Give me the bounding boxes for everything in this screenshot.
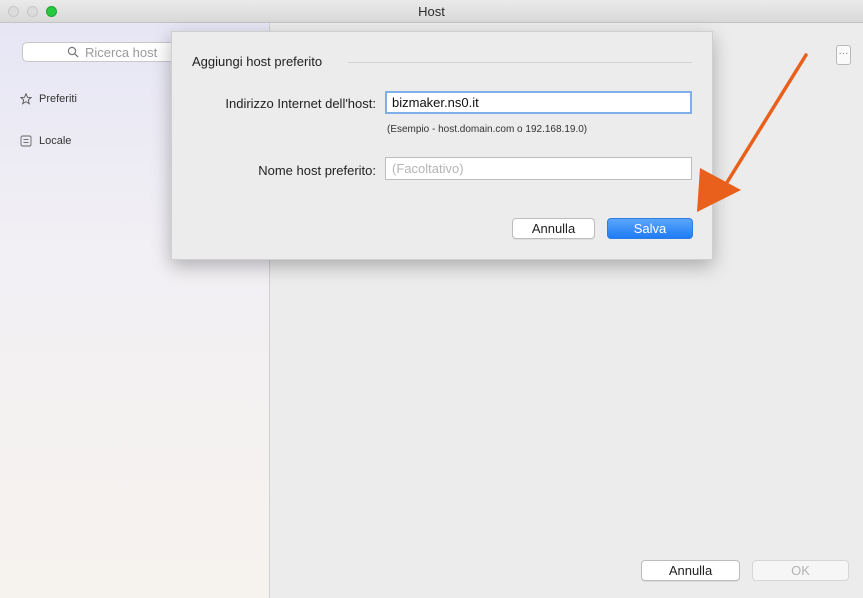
dialog-cancel-button[interactable]: Annulla [512, 218, 595, 239]
host-address-value: bizmaker.ns0.it [392, 95, 479, 110]
window-title: Host [418, 4, 445, 19]
host-name-label: Nome host preferito: [258, 163, 376, 178]
cancel-button[interactable]: Annulla [641, 560, 740, 581]
sidebar-item-locale[interactable]: Locale [20, 132, 71, 150]
more-options-button[interactable]: ··· [836, 45, 851, 65]
host-address-label: Indirizzo Internet dell'host: [225, 96, 376, 111]
host-name-field[interactable]: (Facoltativo) [385, 157, 692, 180]
title-bar: Host [0, 0, 863, 23]
divider [348, 62, 692, 63]
add-favorite-host-dialog: Aggiungi host preferito Indirizzo Intern… [171, 31, 713, 260]
ellipsis-icon: ··· [838, 48, 849, 59]
host-name-placeholder: (Facoltativo) [392, 161, 464, 176]
sidebar-item-label: Preferiti [39, 93, 77, 105]
host-window: Host Ricerca host Preferiti Locale ··· A… [0, 0, 863, 598]
search-icon [67, 46, 79, 58]
sidebar-item-label: Locale [39, 135, 72, 147]
host-address-field[interactable]: bizmaker.ns0.it [385, 91, 692, 114]
ok-button[interactable]: OK [752, 560, 849, 581]
dialog-title: Aggiungi host preferito [192, 54, 323, 69]
star-icon [20, 93, 32, 105]
search-placeholder: Ricerca host [85, 45, 158, 60]
save-button[interactable]: Salva [607, 218, 693, 239]
list-icon [20, 135, 32, 147]
sidebar-item-preferiti[interactable]: Preferiti [20, 90, 77, 108]
host-address-hint: (Esempio - host.domain.com o 192.168.19.… [387, 124, 588, 135]
